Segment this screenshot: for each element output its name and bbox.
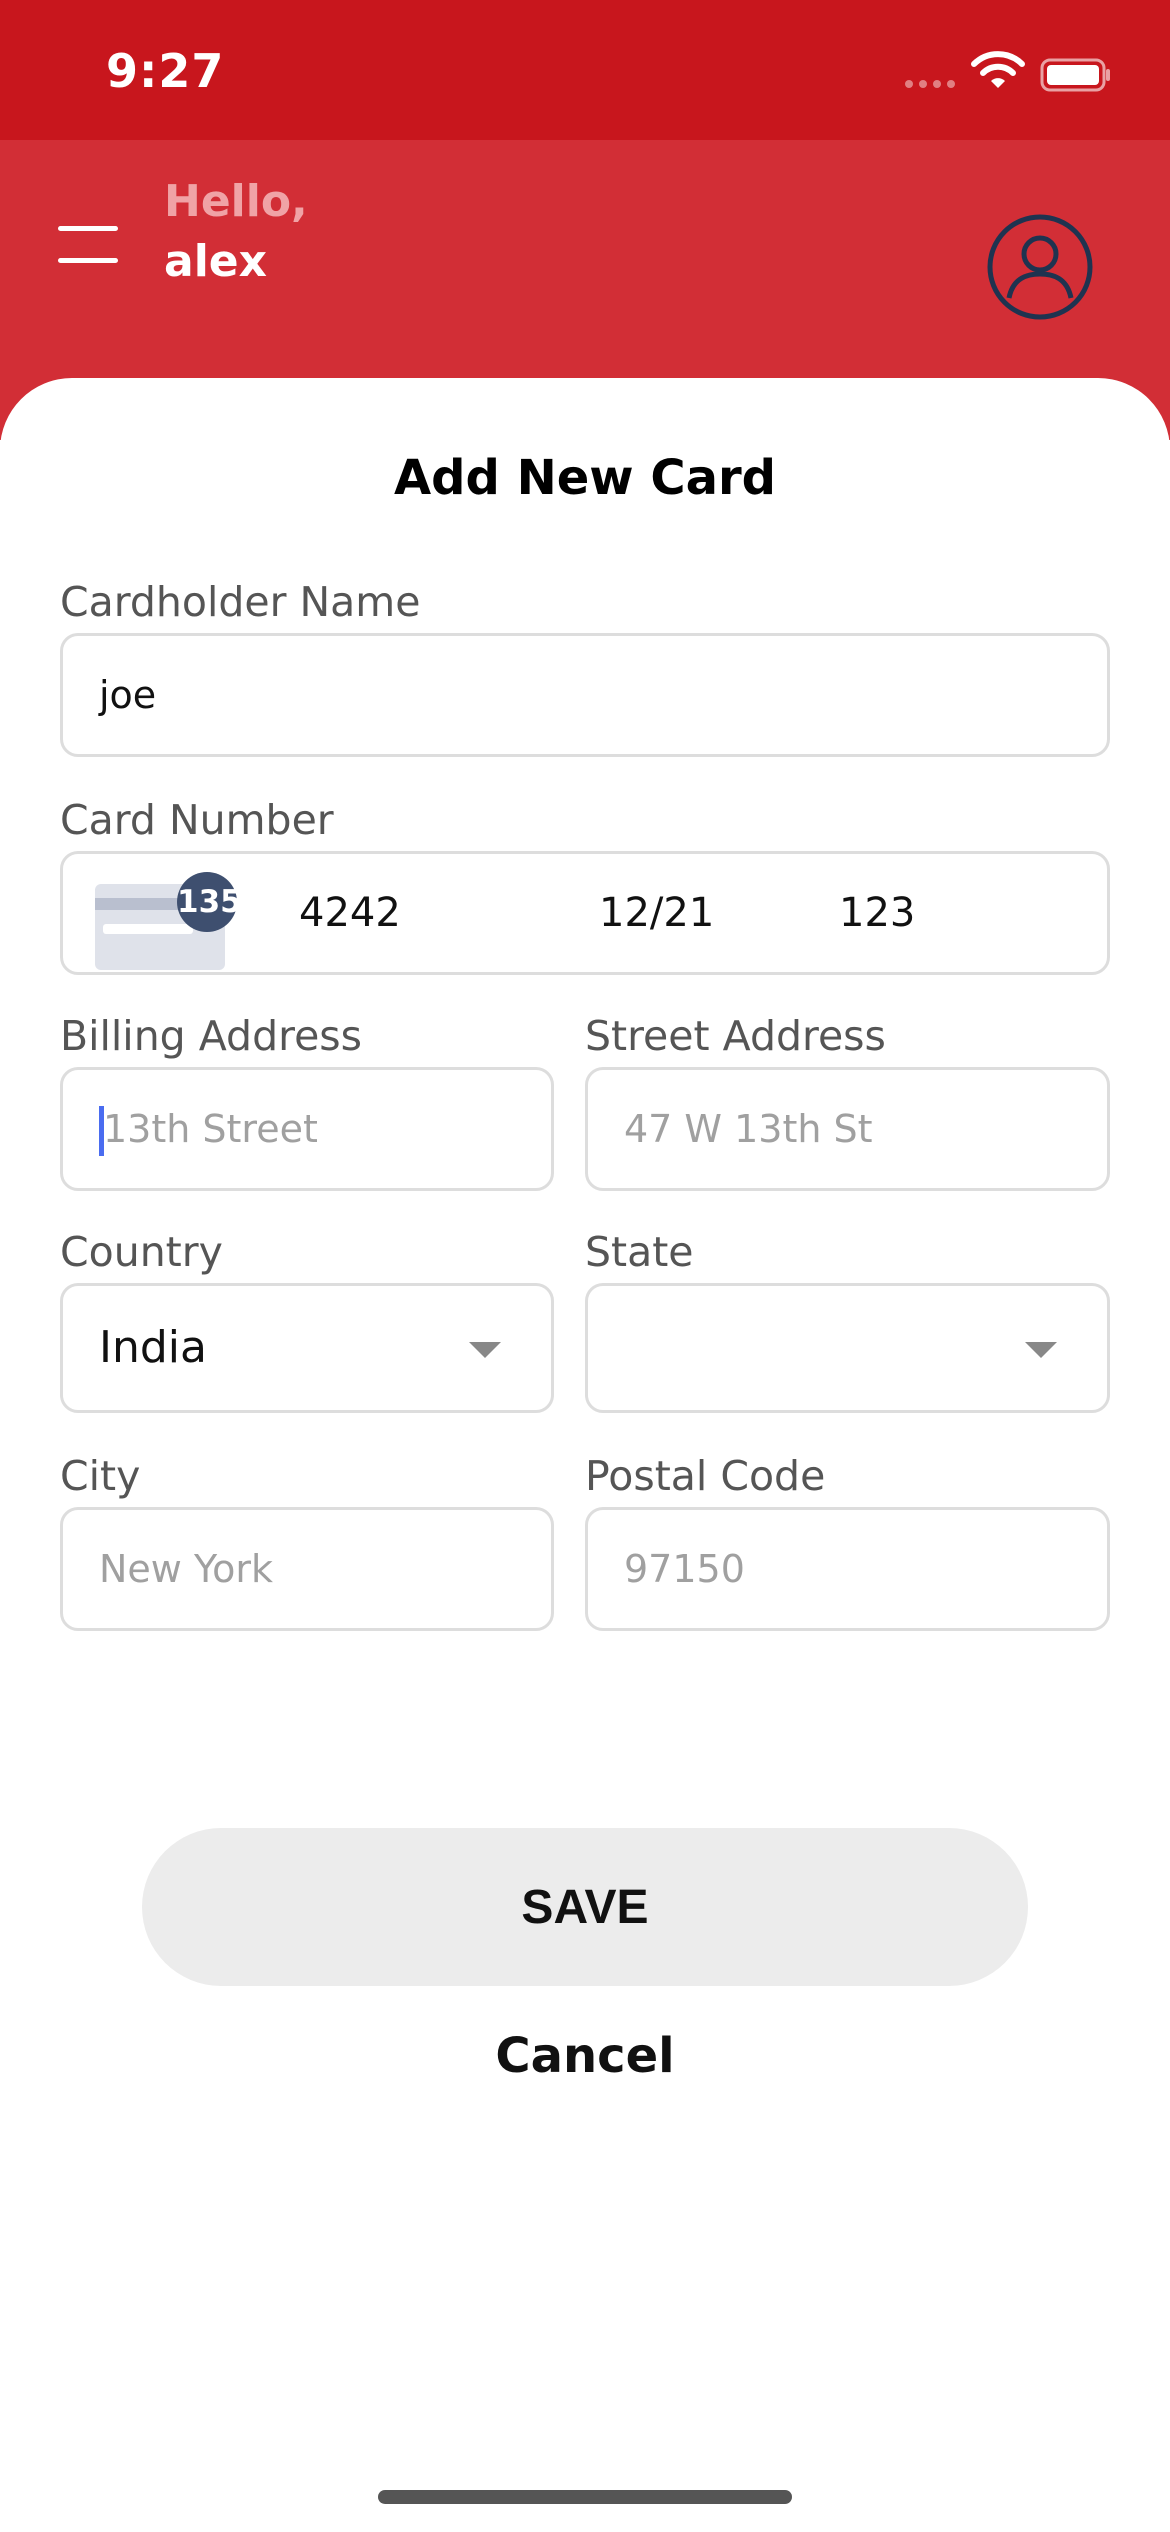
street-address-input[interactable]: 47 W 13th St — [585, 1067, 1110, 1191]
page-title: Add New Card — [393, 450, 776, 506]
billing-address-placeholder: 13th Street — [103, 1107, 318, 1151]
user-avatar-icon[interactable] — [985, 212, 1095, 322]
city-label: City — [60, 1452, 141, 1500]
postal-code-label: Postal Code — [585, 1452, 826, 1500]
cardholder-name-value: joe — [99, 673, 157, 717]
cardholder-name-input[interactable]: joe — [60, 633, 1110, 757]
card-number-input[interactable]: 135 4242 12/21 123 — [60, 851, 1110, 975]
chevron-down-icon — [469, 1342, 501, 1358]
save-button[interactable]: SAVE — [142, 1828, 1028, 1986]
add-card-sheet: Add New Card Cardholder Name joe Card Nu… — [0, 378, 1170, 2532]
greeting-text: Hello, — [164, 176, 308, 227]
postal-code-input[interactable]: 97150 — [585, 1507, 1110, 1631]
card-badge: 135 — [177, 884, 242, 920]
card-expiry-value[interactable]: 12/21 — [599, 854, 714, 972]
card-number-value[interactable]: 4242 — [299, 854, 401, 972]
cellular-signal-icon — [905, 80, 955, 88]
street-address-label: Street Address — [585, 1012, 886, 1060]
cancel-button[interactable]: Cancel — [0, 2028, 1170, 2084]
state-select[interactable] — [585, 1283, 1110, 1413]
billing-address-label: Billing Address — [60, 1012, 363, 1060]
country-selected-value: India — [99, 1322, 207, 1373]
user-name: alex — [164, 236, 267, 287]
city-input[interactable]: New York — [60, 1507, 554, 1631]
street-address-placeholder: 47 W 13th St — [624, 1107, 873, 1151]
billing-address-input[interactable]: 13th Street — [60, 1067, 554, 1191]
card-number-label: Card Number — [60, 796, 334, 844]
chevron-down-icon — [1025, 1342, 1057, 1358]
card-cvc-value[interactable]: 123 — [839, 854, 915, 972]
country-select[interactable]: India — [60, 1283, 554, 1413]
status-bar: 9:27 — [0, 0, 1170, 140]
hamburger-menu-icon[interactable] — [58, 222, 120, 266]
cardholder-name-label: Cardholder Name — [60, 578, 421, 626]
postal-code-placeholder: 97150 — [624, 1547, 745, 1591]
status-time: 9:27 — [106, 44, 225, 98]
add-card-screen: 9:27 Hello, alex Add New Card Cardholder… — [0, 0, 1170, 2532]
battery-icon — [1040, 58, 1110, 92]
home-indicator[interactable] — [378, 2490, 792, 2504]
city-placeholder: New York — [99, 1547, 274, 1591]
state-label: State — [585, 1228, 694, 1276]
country-label: Country — [60, 1228, 223, 1276]
wifi-icon — [971, 51, 1025, 88]
